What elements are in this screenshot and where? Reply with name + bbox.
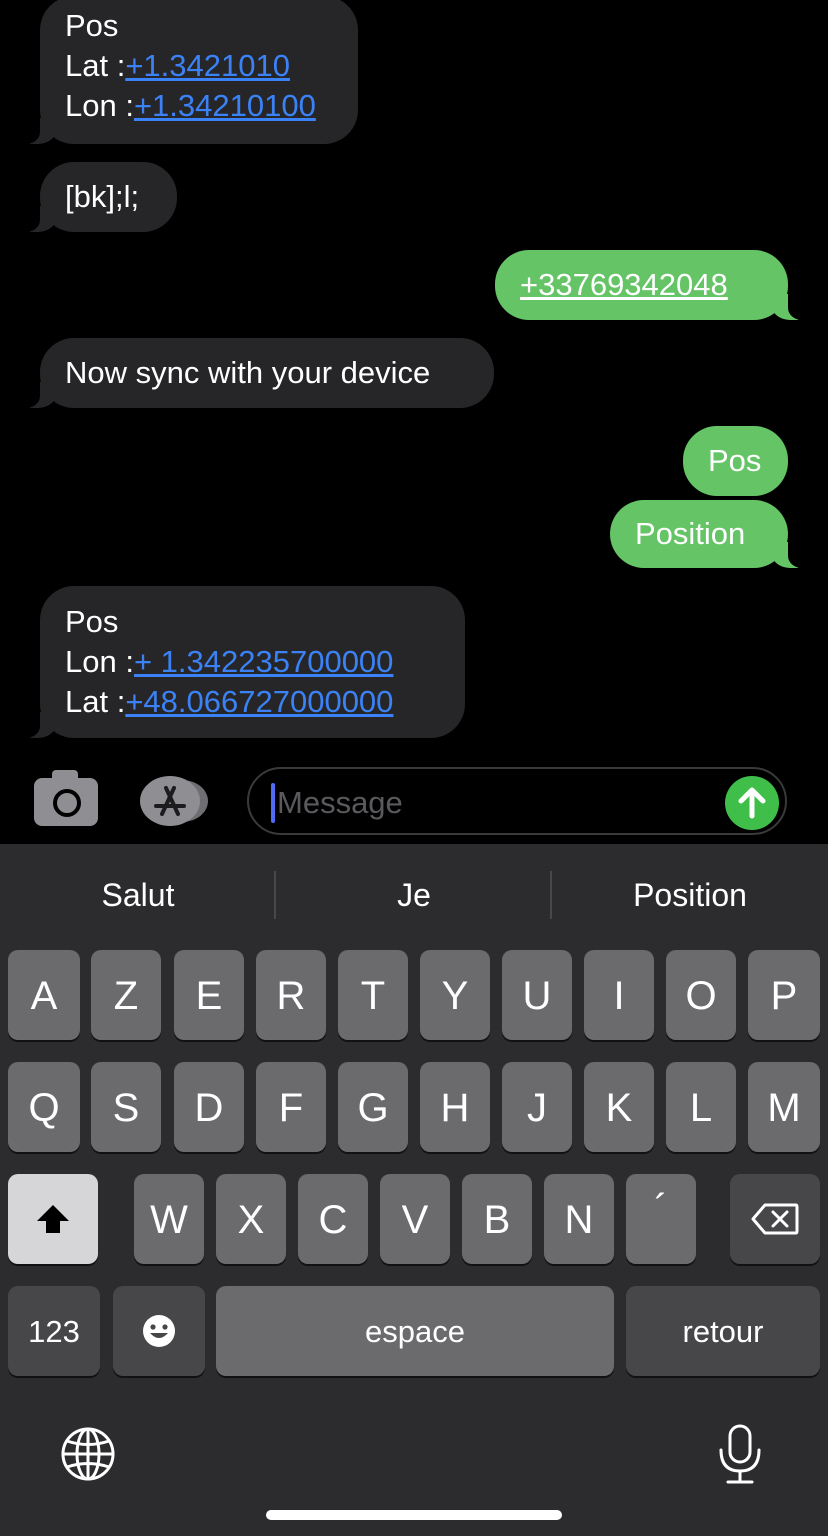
- key-n[interactable]: N: [544, 1174, 614, 1264]
- numbers-key[interactable]: 123: [8, 1286, 100, 1376]
- shift-key[interactable]: [8, 1174, 98, 1264]
- app-store-icon[interactable]: [140, 776, 200, 826]
- sent-message: Pos: [683, 426, 788, 496]
- suggestion-item[interactable]: Salut: [0, 844, 276, 944]
- globe-icon[interactable]: [60, 1426, 116, 1482]
- suggestion-item[interactable]: Je: [276, 844, 552, 944]
- home-indicator[interactable]: [266, 1510, 562, 1520]
- key-m[interactable]: M: [748, 1062, 820, 1152]
- key-i[interactable]: I: [584, 950, 654, 1040]
- message-prefix: Lat :: [65, 48, 126, 83]
- keyboard: Salut Je Position A Z E R T Y U I O P Q …: [0, 844, 828, 1536]
- message-prefix: Lat :: [65, 684, 126, 719]
- return-key[interactable]: retour: [626, 1286, 820, 1376]
- key-c[interactable]: C: [298, 1174, 368, 1264]
- delete-key[interactable]: [730, 1174, 820, 1264]
- key-d[interactable]: D: [174, 1062, 244, 1152]
- key-r[interactable]: R: [256, 950, 326, 1040]
- received-message: Pos Lon :+ 1.342235700000 Lat :+48.06672…: [14, 586, 465, 738]
- camera-icon[interactable]: [34, 770, 98, 826]
- shift-icon: [37, 1205, 69, 1233]
- camera-lens: [53, 789, 81, 817]
- key-s[interactable]: S: [91, 1062, 161, 1152]
- key-l[interactable]: L: [666, 1062, 736, 1152]
- app-store-glyph: [140, 776, 200, 826]
- phone-link[interactable]: +33769342048: [520, 267, 728, 302]
- key-j[interactable]: J: [502, 1062, 572, 1152]
- key-u[interactable]: U: [502, 950, 572, 1040]
- message-text: Pos: [65, 604, 119, 639]
- space-key[interactable]: espace: [216, 1286, 614, 1376]
- send-button[interactable]: [725, 776, 779, 830]
- emoji-icon: [143, 1315, 175, 1347]
- phone-link[interactable]: +1.3421010: [125, 48, 290, 83]
- key-o[interactable]: O: [666, 950, 736, 1040]
- key-x[interactable]: X: [216, 1174, 286, 1264]
- sent-message: +33769342048: [495, 250, 814, 320]
- key-f[interactable]: F: [256, 1062, 326, 1152]
- key-t[interactable]: T: [338, 950, 408, 1040]
- key-v[interactable]: V: [380, 1174, 450, 1264]
- message-text: Now sync with your device: [65, 355, 431, 390]
- sent-message: Position: [610, 500, 814, 568]
- message-prefix: Lon :: [65, 88, 134, 123]
- message-text: Pos: [708, 443, 762, 478]
- received-message: [bk];l;: [14, 162, 177, 232]
- key-g[interactable]: G: [338, 1062, 408, 1152]
- received-message: Pos Lat :+1.3421010 Lon :+1.34210100: [14, 0, 358, 144]
- key-q[interactable]: Q: [8, 1062, 80, 1152]
- key-y[interactable]: Y: [420, 950, 490, 1040]
- message-placeholder: Message: [277, 785, 403, 820]
- message-text: Position: [635, 516, 746, 551]
- key-k[interactable]: K: [584, 1062, 654, 1152]
- delete-icon: [751, 1203, 799, 1235]
- phone-link[interactable]: +1.34210100: [134, 88, 316, 123]
- key-b[interactable]: B: [462, 1174, 532, 1264]
- key-acute-accent[interactable]: ´: [626, 1174, 696, 1264]
- message-prefix: Lon :: [65, 644, 134, 679]
- message-text: Pos: [65, 8, 119, 43]
- key-h[interactable]: H: [420, 1062, 490, 1152]
- text-caret: [271, 783, 275, 823]
- phone-link[interactable]: + 1.342235700000: [134, 644, 393, 679]
- key-w[interactable]: W: [134, 1174, 204, 1264]
- phone-link[interactable]: +48.066727000000: [125, 684, 393, 719]
- key-p[interactable]: P: [748, 950, 820, 1040]
- emoji-key[interactable]: [113, 1286, 205, 1376]
- microphone-icon[interactable]: [718, 1424, 762, 1486]
- suggestion-item[interactable]: Position: [552, 844, 828, 944]
- key-z[interactable]: Z: [91, 950, 161, 1040]
- message-text: [bk];l;: [65, 179, 140, 214]
- key-e[interactable]: E: [174, 950, 244, 1040]
- received-message: Now sync with your device: [14, 338, 494, 408]
- arrow-up-icon: [738, 787, 766, 819]
- key-a[interactable]: A: [8, 950, 80, 1040]
- message-input[interactable]: Message: [247, 767, 787, 835]
